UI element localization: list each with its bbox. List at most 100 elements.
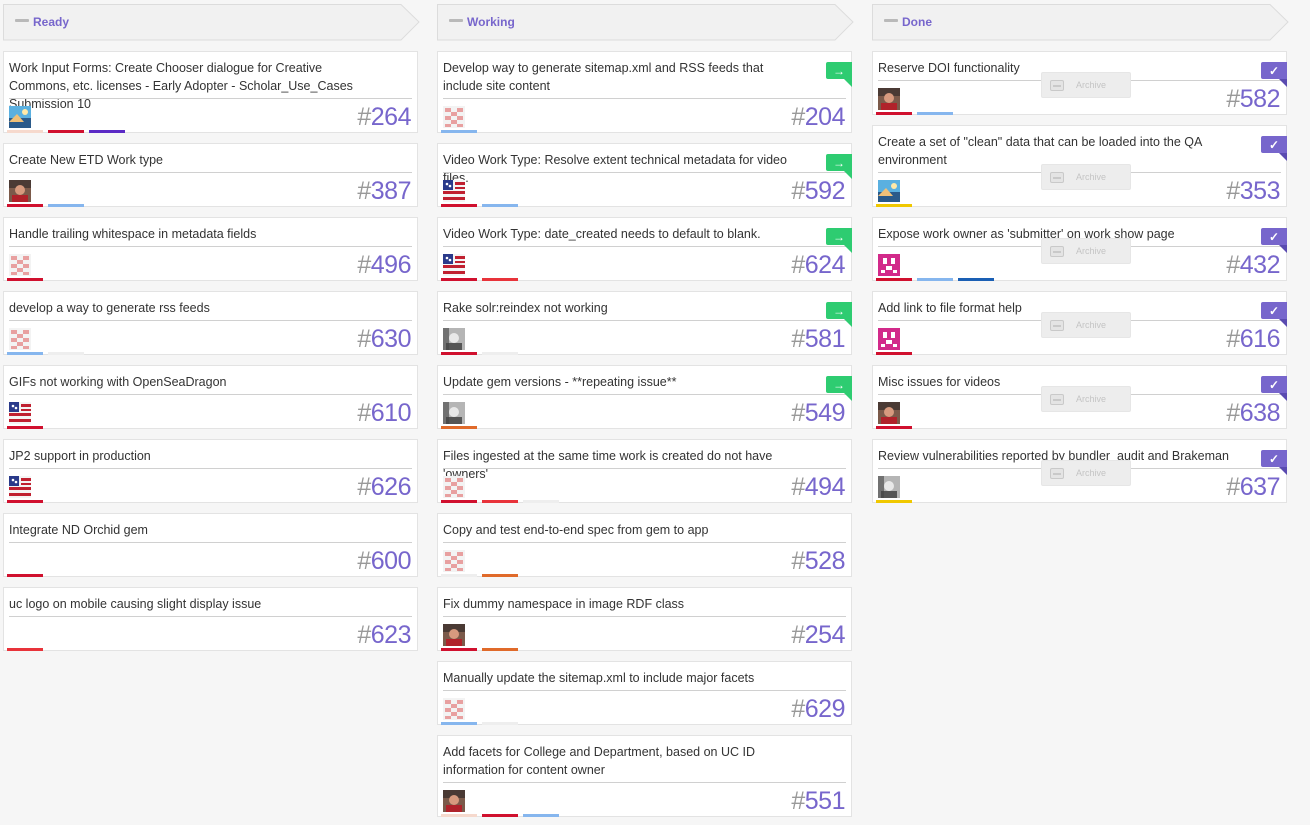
issue-number[interactable]: #549 — [791, 399, 845, 428]
move-arrow-icon[interactable]: → — [826, 154, 852, 171]
assignee-avatar[interactable] — [9, 402, 31, 424]
checkmark-icon[interactable]: ✓ — [1261, 228, 1287, 245]
issue-card[interactable]: Add link to file format help Archive #616 ✓ — [872, 291, 1287, 355]
issue-card[interactable]: GIFs not working with OpenSeaDragon #610 — [3, 365, 418, 429]
issue-number[interactable]: #623 — [357, 621, 411, 650]
issue-number[interactable]: #582 — [1226, 85, 1280, 114]
issue-number[interactable]: #637 — [1226, 473, 1280, 502]
checkmark-icon[interactable]: ✓ — [1261, 62, 1287, 79]
issue-number[interactable]: #616 — [1226, 325, 1280, 354]
issue-card[interactable]: Develop way to generate sitemap.xml and … — [437, 51, 852, 133]
issue-title[interactable]: GIFs not working with OpenSeaDragon — [9, 373, 412, 391]
archive-button[interactable]: Archive — [1041, 164, 1131, 190]
issue-title[interactable]: Create New ETD Work type — [9, 151, 412, 169]
issue-number[interactable]: #494 — [791, 473, 845, 502]
issue-title[interactable]: JP2 support in production — [9, 447, 412, 465]
issue-number[interactable]: #624 — [791, 251, 845, 280]
issue-number[interactable]: #592 — [791, 177, 845, 206]
issue-title[interactable]: Copy and test end-to-end spec from gem t… — [443, 521, 846, 539]
archive-button[interactable]: Archive — [1041, 312, 1131, 338]
issue-card[interactable]: Misc issues for videos Archive #638 ✓ — [872, 365, 1287, 429]
issue-card[interactable]: Expose work owner as 'submitter' on work… — [872, 217, 1287, 281]
issue-number[interactable]: #254 — [791, 621, 845, 650]
move-arrow-icon[interactable]: → — [826, 62, 852, 79]
assignee-avatar[interactable] — [9, 254, 31, 276]
issue-title[interactable]: Video Work Type: Resolve extent technica… — [443, 151, 846, 187]
issue-card[interactable]: JP2 support in production #626 — [3, 439, 418, 503]
assignee-avatar[interactable] — [878, 476, 900, 498]
issue-card[interactable]: Copy and test end-to-end spec from gem t… — [437, 513, 852, 577]
issue-card[interactable]: Fix dummy namespace in image RDF class #2… — [437, 587, 852, 651]
issue-title[interactable]: Add facets for College and Department, b… — [443, 743, 846, 779]
checkmark-icon[interactable]: ✓ — [1261, 136, 1287, 153]
issue-card[interactable]: Add facets for College and Department, b… — [437, 735, 852, 817]
issue-title[interactable]: Files ingested at the same time work is … — [443, 447, 846, 483]
assignee-avatar[interactable] — [443, 550, 465, 572]
issue-number[interactable]: #581 — [791, 325, 845, 354]
archive-button[interactable]: Archive — [1041, 238, 1131, 264]
assignee-avatar[interactable] — [878, 328, 900, 350]
issue-number[interactable]: #204 — [791, 103, 845, 132]
issue-card[interactable]: Create a set of "clean" data that can be… — [872, 125, 1287, 207]
issue-number[interactable]: #638 — [1226, 399, 1280, 428]
assignee-avatar[interactable] — [443, 624, 465, 646]
issue-card[interactable]: Files ingested at the same time work is … — [437, 439, 852, 503]
issue-title[interactable]: Fix dummy namespace in image RDF class — [443, 595, 846, 613]
move-arrow-icon[interactable]: → — [826, 302, 852, 319]
issue-number[interactable]: #264 — [357, 103, 411, 132]
issue-card[interactable]: uc logo on mobile causing slight display… — [3, 587, 418, 651]
issue-card[interactable]: Update gem versions - **repeating issue*… — [437, 365, 852, 429]
archive-button[interactable]: Archive — [1041, 72, 1131, 98]
assignee-avatar[interactable] — [443, 698, 465, 720]
assignee-avatar[interactable] — [878, 88, 900, 110]
assignee-avatar[interactable] — [443, 254, 465, 276]
issue-number[interactable]: #551 — [791, 787, 845, 816]
issue-card[interactable]: Create New ETD Work type #387 — [3, 143, 418, 207]
issue-card[interactable]: Video Work Type: Resolve extent technica… — [437, 143, 852, 207]
collapse-icon[interactable] — [449, 19, 463, 22]
assignee-avatar[interactable] — [443, 790, 465, 812]
issue-title[interactable]: Integrate ND Orchid gem — [9, 521, 412, 539]
issue-number[interactable]: #610 — [357, 399, 411, 428]
assignee-avatar[interactable] — [878, 254, 900, 276]
assignee-avatar[interactable] — [443, 476, 465, 498]
issue-title[interactable]: Update gem versions - **repeating issue*… — [443, 373, 846, 391]
move-arrow-icon[interactable]: → — [826, 376, 852, 393]
issue-card[interactable]: Video Work Type: date_created needs to d… — [437, 217, 852, 281]
issue-title[interactable]: Develop way to generate sitemap.xml and … — [443, 59, 846, 95]
issue-number[interactable]: #629 — [791, 695, 845, 724]
issue-card[interactable]: Handle trailing whitespace in metadata f… — [3, 217, 418, 281]
issue-card[interactable]: Integrate ND Orchid gem #600 — [3, 513, 418, 577]
issue-number[interactable]: #626 — [357, 473, 411, 502]
issue-number[interactable]: #528 — [791, 547, 845, 576]
assignee-avatar[interactable] — [443, 328, 465, 350]
assignee-avatar[interactable] — [443, 402, 465, 424]
archive-button[interactable]: Archive — [1041, 386, 1131, 412]
assignee-avatar[interactable] — [443, 106, 465, 128]
issue-card[interactable]: Rake solr:reindex not working #581 → — [437, 291, 852, 355]
assignee-avatar[interactable] — [878, 402, 900, 424]
issue-number[interactable]: #630 — [357, 325, 411, 354]
issue-card[interactable]: develop a way to generate rss feeds #630 — [3, 291, 418, 355]
checkmark-icon[interactable]: ✓ — [1261, 302, 1287, 319]
issue-title[interactable]: Work Input Forms: Create Chooser dialogu… — [9, 59, 412, 113]
issue-title[interactable]: develop a way to generate rss feeds — [9, 299, 412, 317]
assignee-avatar[interactable] — [9, 476, 31, 498]
issue-card[interactable]: Reserve DOI functionality Archive #582 ✓ — [872, 51, 1287, 115]
issue-number[interactable]: #432 — [1226, 251, 1280, 280]
checkmark-icon[interactable]: ✓ — [1261, 450, 1287, 467]
issue-title[interactable]: Manually update the sitemap.xml to inclu… — [443, 669, 846, 687]
assignee-avatar[interactable] — [9, 328, 31, 350]
issue-title[interactable]: Video Work Type: date_created needs to d… — [443, 225, 846, 243]
assignee-avatar[interactable] — [443, 180, 465, 202]
issue-number[interactable]: #496 — [357, 251, 411, 280]
issue-title[interactable]: uc logo on mobile causing slight display… — [9, 595, 412, 613]
issue-card[interactable]: Work Input Forms: Create Chooser dialogu… — [3, 51, 418, 133]
archive-button[interactable]: Archive — [1041, 460, 1131, 486]
issue-card[interactable]: Review vulnerabilities reported by bundl… — [872, 439, 1287, 503]
issue-number[interactable]: #600 — [357, 547, 411, 576]
assignee-avatar[interactable] — [9, 180, 31, 202]
issue-title[interactable]: Handle trailing whitespace in metadata f… — [9, 225, 412, 243]
assignee-avatar[interactable] — [878, 180, 900, 202]
assignee-avatar[interactable] — [9, 106, 31, 128]
